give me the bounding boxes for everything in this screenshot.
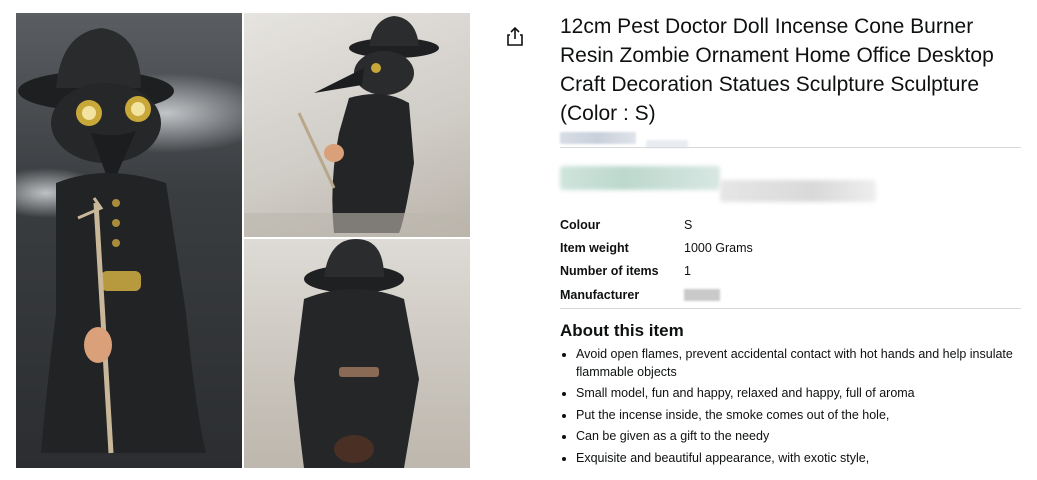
spec-value [684,283,1020,306]
divider [560,147,1021,148]
spec-value: 1000 Grams [684,240,753,255]
spec-row-number-of-items: Number of items 1 [560,260,1020,283]
spec-label: Colour [560,217,601,232]
product-specs-table: Colour S Item weight 1000 Grams Number o… [560,213,1020,306]
about-bullet-list: Avoid open flames, prevent accidental co… [560,346,1016,471]
about-bullet: Put the incense inside, the smoke comes … [576,407,1016,425]
spec-label: Number of items [560,264,659,279]
about-bullet: Small model, fun and happy, relaxed and … [576,385,1016,403]
about-bullet: Exquisite and beautiful appearance, with… [576,450,1016,468]
blurred-price-extra [720,180,876,202]
blurred-price [560,166,720,190]
spec-row-colour: Colour S [560,213,1020,236]
spec-row-item-weight: Item weight 1000 Grams [560,236,1020,259]
main-product-image[interactable] [16,13,242,468]
blurred-brand-rating [560,132,636,144]
spec-label: Manufacturer [560,287,640,302]
spec-label: Item weight [560,240,629,255]
divider [560,308,1021,309]
thumbnail-image-back[interactable] [244,239,470,468]
spec-value: 1 [684,264,691,279]
product-title: 12cm Pest Doctor Doll Incense Cone Burne… [560,15,994,125]
spec-value: S [684,217,693,232]
thumbnail-image-side[interactable] [244,13,470,237]
about-bullet: Avoid open flames, prevent accidental co… [576,346,1016,381]
share-icon[interactable] [504,26,526,48]
about-bullet: Can be given as a gift to the needy [576,428,1016,446]
product-image-gallery [16,13,470,468]
spec-row-manufacturer: Manufacturer [560,283,1020,306]
about-heading: About this item [560,321,684,340]
blurred-manufacturer [684,289,720,302]
